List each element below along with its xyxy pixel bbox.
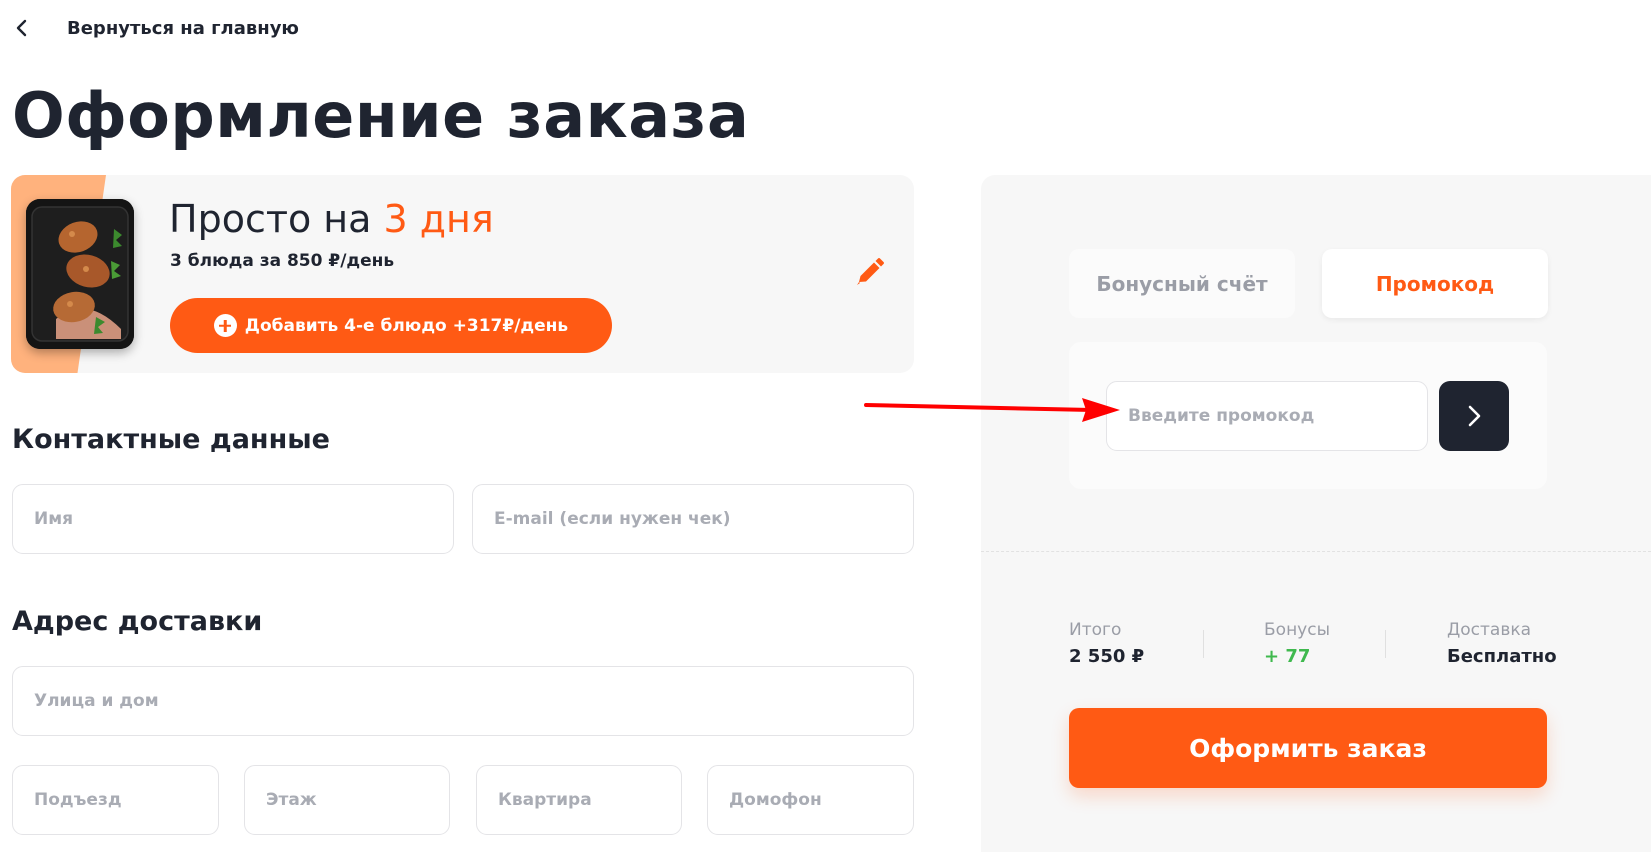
bonus-label: Бонусы <box>1264 620 1331 640</box>
email-field[interactable] <box>472 484 914 554</box>
promo-code-input[interactable] <box>1128 406 1427 426</box>
dish-photo <box>26 199 134 349</box>
bonus-value: + 77 <box>1264 646 1311 667</box>
name-input[interactable] <box>34 509 453 529</box>
promo-code-field[interactable] <box>1106 381 1428 451</box>
back-link-label: Вернуться на главную <box>67 17 299 39</box>
tab-promo-code[interactable]: Промокод <box>1322 249 1548 318</box>
plan-title-duration: 3 дня <box>383 197 494 241</box>
page-title: Оформление заказа <box>12 79 750 152</box>
street-input[interactable] <box>34 691 913 711</box>
floor-field[interactable] <box>244 765 450 835</box>
summary-separator <box>1203 630 1204 658</box>
delivery-value: Бесплатно <box>1447 646 1557 667</box>
annotation-arrow-icon <box>864 398 1120 422</box>
total-value: 2 550 ₽ <box>1069 646 1145 667</box>
chevron-right-icon <box>1468 405 1481 427</box>
address-heading: Адрес доставки <box>12 606 263 637</box>
contacts-heading: Контактные данные <box>12 424 330 455</box>
plan-title-prefix: Просто на <box>169 197 384 241</box>
add-dish-button[interactable]: Добавить 4-е блюдо +317₽/день <box>170 298 612 353</box>
back-link[interactable]: Вернуться на главную <box>12 14 299 42</box>
tab-bonus-account[interactable]: Бонусный счёт <box>1069 249 1295 318</box>
place-order-button[interactable]: Оформить заказ <box>1069 708 1547 788</box>
apartment-field[interactable] <box>476 765 682 835</box>
intercom-field[interactable] <box>707 765 914 835</box>
plan-title: Просто на 3 дня <box>169 197 494 241</box>
chevron-left-icon <box>16 19 27 37</box>
intercom-input[interactable] <box>729 790 913 810</box>
apartment-input[interactable] <box>498 790 681 810</box>
entrance-field[interactable] <box>12 765 219 835</box>
plan-card: Просто на 3 дня 3 блюда за 850 ₽/день До… <box>11 175 914 373</box>
plan-subtitle: 3 блюда за 850 ₽/день <box>170 251 395 271</box>
plus-circle-icon <box>213 314 237 337</box>
promo-submit-button[interactable] <box>1439 381 1509 451</box>
add-dish-button-label: Добавить 4-е блюдо +317₽/день <box>244 315 569 336</box>
street-field[interactable] <box>12 666 914 736</box>
pencil-icon[interactable] <box>851 255 887 291</box>
email-input[interactable] <box>494 509 913 529</box>
summary-separator <box>1385 630 1386 658</box>
summary-divider <box>981 551 1651 552</box>
floor-input[interactable] <box>266 790 449 810</box>
name-field[interactable] <box>12 484 454 554</box>
entrance-input[interactable] <box>34 790 218 810</box>
delivery-label: Доставка <box>1447 620 1532 640</box>
total-label: Итого <box>1069 620 1122 640</box>
